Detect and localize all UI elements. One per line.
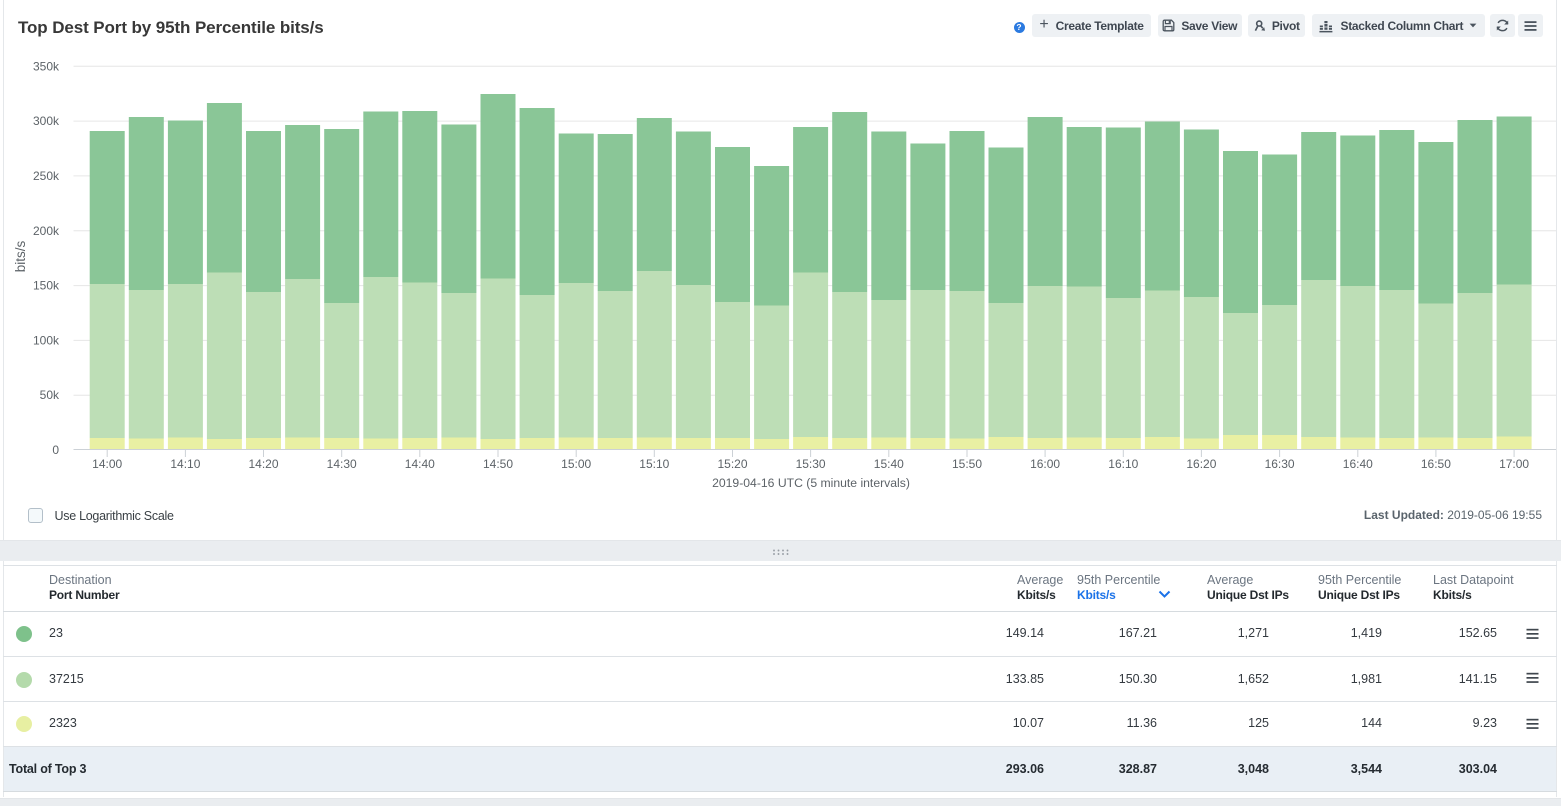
svg-text:300k: 300k: [33, 114, 60, 128]
svg-text:14:10: 14:10: [170, 457, 200, 471]
svg-text:15:40: 15:40: [874, 457, 904, 471]
svg-text:100k: 100k: [33, 333, 60, 347]
svg-text:14:00: 14:00: [92, 457, 122, 471]
svg-text:16:40: 16:40: [1343, 457, 1373, 471]
svg-text:15:10: 15:10: [639, 457, 669, 471]
svg-text:15:30: 15:30: [796, 457, 826, 471]
svg-text:2019-04-16 UTC (5 minute inter: 2019-04-16 UTC (5 minute intervals): [712, 476, 910, 490]
svg-text:15:00: 15:00: [561, 457, 591, 471]
svg-text:250k: 250k: [33, 169, 60, 183]
svg-text:17:00: 17:00: [1499, 457, 1529, 471]
svg-text:16:20: 16:20: [1186, 457, 1216, 471]
svg-text:14:30: 14:30: [327, 457, 357, 471]
svg-text:14:50: 14:50: [483, 457, 513, 471]
svg-text:bits/s: bits/s: [13, 240, 28, 272]
svg-text:16:00: 16:00: [1030, 457, 1060, 471]
svg-text:16:10: 16:10: [1108, 457, 1138, 471]
svg-text:16:50: 16:50: [1421, 457, 1451, 471]
svg-text:200k: 200k: [33, 224, 60, 238]
svg-text:0: 0: [52, 443, 59, 457]
svg-text:14:20: 14:20: [248, 457, 278, 471]
svg-text:50k: 50k: [40, 388, 60, 402]
svg-text:14:40: 14:40: [405, 457, 435, 471]
svg-text:350k: 350k: [33, 59, 60, 73]
svg-text:150k: 150k: [33, 279, 60, 293]
svg-text:15:20: 15:20: [717, 457, 747, 471]
svg-text:16:30: 16:30: [1265, 457, 1295, 471]
svg-text:15:50: 15:50: [952, 457, 982, 471]
